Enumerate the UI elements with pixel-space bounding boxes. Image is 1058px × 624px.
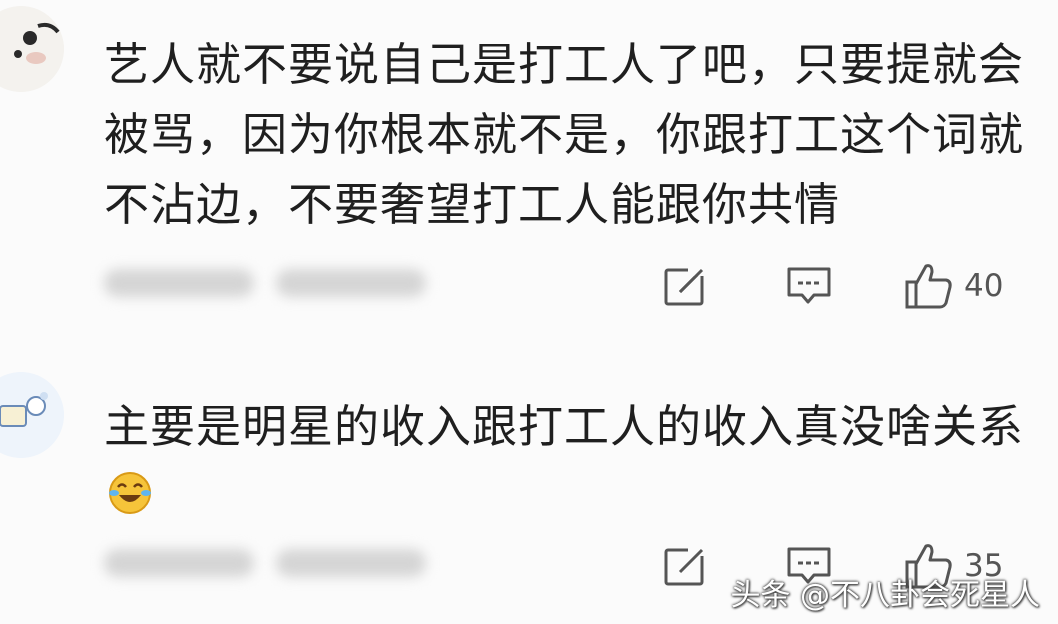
laughing-crying-emoji-icon xyxy=(108,465,152,535)
comment-meta-blurred xyxy=(104,548,426,578)
comment-item: 艺人就不要说自己是打工人了吧，只要提就会被骂，因为你根本就不是，你跟打工这个词就… xyxy=(0,0,1058,340)
share-button[interactable] xyxy=(664,536,708,596)
reply-button[interactable] xyxy=(786,256,832,316)
share-button[interactable] xyxy=(664,256,708,316)
comment-actions: 40 xyxy=(640,256,1040,316)
watermark: 头条 @不八卦会死星人 xyxy=(730,578,1040,613)
avatar[interactable] xyxy=(0,372,64,458)
avatar[interactable] xyxy=(0,6,64,92)
like-icon xyxy=(905,264,952,309)
share-icon xyxy=(664,266,708,306)
comment-meta-blurred xyxy=(104,268,426,298)
blurred-location xyxy=(276,549,426,577)
avatar-image xyxy=(0,372,64,458)
share-icon xyxy=(664,546,708,586)
comment-text: 艺人就不要说自己是打工人了吧，只要提就会被骂，因为你根本就不是，你跟打工这个词就… xyxy=(104,38,1025,231)
blurred-location xyxy=(276,269,426,297)
comment-text-content: 主要是明星的收入跟打工人的收入真没啥关系 xyxy=(104,400,1025,453)
blurred-time xyxy=(104,269,254,297)
like-button[interactable]: 40 xyxy=(904,256,1003,316)
blurred-time xyxy=(104,549,254,577)
like-count: 40 xyxy=(964,268,1004,304)
reply-icon xyxy=(787,267,831,304)
avatar-image xyxy=(0,6,64,92)
comment-text: 主要是明星的收入跟打工人的收入真没啥关系 xyxy=(104,392,1034,535)
